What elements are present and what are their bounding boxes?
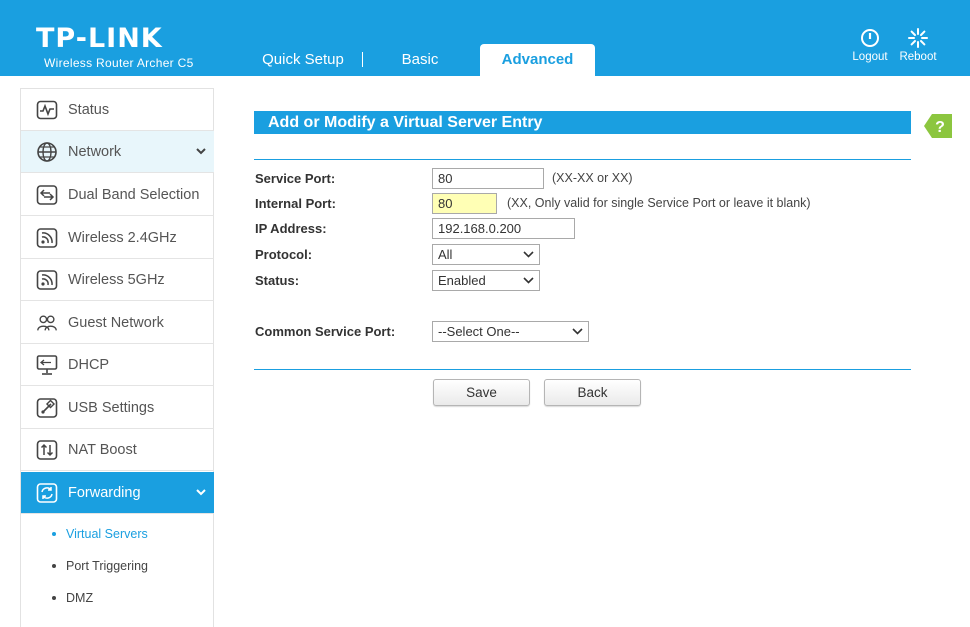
sidebar-item-label: Wireless 5GHz xyxy=(68,271,165,288)
sidebar-subitem-label: Port Triggering xyxy=(66,559,148,573)
dhcp-icon xyxy=(36,354,58,376)
sidebar-subitem-dmz[interactable]: DMZ xyxy=(21,582,214,614)
chevron-down-icon xyxy=(196,489,206,496)
usb-icon xyxy=(36,397,58,419)
sidebar-item-label: NAT Boost xyxy=(68,441,137,458)
tab-quick-setup[interactable]: Quick Setup xyxy=(252,44,354,76)
logout-label: Logout xyxy=(852,51,888,63)
svg-text:?: ? xyxy=(935,119,945,136)
save-button[interactable]: Save xyxy=(433,379,530,406)
page-title: Add or Modify a Virtual Server Entry xyxy=(254,111,911,134)
status-select-value: Enabled xyxy=(438,273,486,288)
divider-top xyxy=(254,159,911,160)
sidebar-item-forwarding[interactable]: Forwarding xyxy=(21,472,214,514)
sidebar-item-usb-settings[interactable]: USB Settings xyxy=(21,387,214,429)
service-port-input[interactable] xyxy=(432,168,544,189)
back-button[interactable]: Back xyxy=(544,379,641,406)
tab-advanced[interactable]: Advanced xyxy=(480,44,595,76)
service-port-hint: (XX-XX or XX) xyxy=(552,171,633,185)
help-icon[interactable]: ? xyxy=(924,114,952,138)
protocol-label: Protocol: xyxy=(255,247,313,262)
wireless-icon xyxy=(36,227,58,249)
protocol-select-value: All xyxy=(438,247,453,262)
tab-basic[interactable]: Basic xyxy=(380,44,460,76)
common-service-port-label: Common Service Port: xyxy=(255,324,396,339)
sidebar-item-wireless-5[interactable]: Wireless 5GHz xyxy=(21,259,214,301)
tp-link-logo: TP-LINK xyxy=(36,23,163,54)
sidebar-item-label: DHCP xyxy=(68,356,110,373)
globe-icon xyxy=(36,141,58,163)
sidebar-item-dual-band[interactable]: Dual Band Selection xyxy=(21,174,214,216)
sidebar-subitem-virtual-servers[interactable]: Virtual Servers xyxy=(21,518,214,550)
sidebar-menu: Status Network Dual Band Selection Wirel… xyxy=(20,88,214,627)
common-service-port-select[interactable]: --Select One-- xyxy=(432,321,589,342)
sidebar-item-guest-network[interactable]: Guest Network xyxy=(21,302,214,344)
sidebar-item-label: Wireless 2.4GHz xyxy=(68,229,177,246)
top-header: TP-LINK Wireless Router Archer C5 Quick … xyxy=(0,0,970,76)
status-label: Status: xyxy=(255,273,300,288)
power-icon xyxy=(861,29,879,47)
sidebar-item-network[interactable]: Network xyxy=(21,131,214,173)
reboot-icon xyxy=(908,28,928,48)
bullet-dot xyxy=(52,564,56,568)
sidebar-item-status[interactable]: Status xyxy=(21,89,214,131)
sidebar-item-label: USB Settings xyxy=(68,399,155,416)
chevron-down-icon xyxy=(523,277,534,284)
dual-band-icon xyxy=(36,184,58,206)
ip-address-label: IP Address: xyxy=(255,221,327,236)
sidebar-item-label: Status xyxy=(68,101,110,118)
divider-bottom xyxy=(254,369,911,370)
logout-button[interactable]: Logout xyxy=(850,27,890,63)
wireless-icon xyxy=(36,269,58,291)
nat-boost-icon xyxy=(36,439,58,461)
chevron-down-icon xyxy=(572,328,583,335)
chevron-down-icon xyxy=(523,251,534,258)
chevron-down-icon xyxy=(196,148,206,155)
internal-port-hint: (XX, Only valid for single Service Port … xyxy=(507,196,811,210)
sidebar-item-label: Forwarding xyxy=(68,484,141,501)
router-model: Wireless Router Archer C5 xyxy=(44,56,194,70)
reboot-button[interactable]: Reboot xyxy=(896,27,940,63)
sidebar-item-label: Network xyxy=(68,143,122,160)
sidebar-item-label: Dual Band Selection xyxy=(68,186,200,203)
service-port-label: Service Port: xyxy=(255,171,336,186)
sidebar-item-wireless-24[interactable]: Wireless 2.4GHz xyxy=(21,217,214,259)
internal-port-input[interactable] xyxy=(432,193,497,214)
reboot-label: Reboot xyxy=(899,51,937,63)
internal-port-label: Internal Port: xyxy=(255,196,336,211)
status-select[interactable]: Enabled xyxy=(432,270,540,291)
sidebar-item-dhcp[interactable]: DHCP xyxy=(21,344,214,386)
bullet-dot xyxy=(52,532,56,536)
tab-divider xyxy=(362,52,363,67)
protocol-select[interactable]: All xyxy=(432,244,540,265)
guest-icon xyxy=(36,312,58,334)
sidebar-item-label: Guest Network xyxy=(68,314,164,331)
sidebar-subitem-port-triggering[interactable]: Port Triggering xyxy=(21,550,214,582)
common-service-port-value: --Select One-- xyxy=(438,324,520,339)
ip-address-input[interactable] xyxy=(432,218,575,239)
forwarding-icon xyxy=(36,482,58,504)
sidebar-item-nat-boost[interactable]: NAT Boost xyxy=(21,429,214,471)
sidebar-subitem-label: Virtual Servers xyxy=(66,527,148,541)
bullet-dot xyxy=(52,596,56,600)
status-icon xyxy=(36,99,58,121)
sidebar-subitem-label: DMZ xyxy=(66,591,94,605)
